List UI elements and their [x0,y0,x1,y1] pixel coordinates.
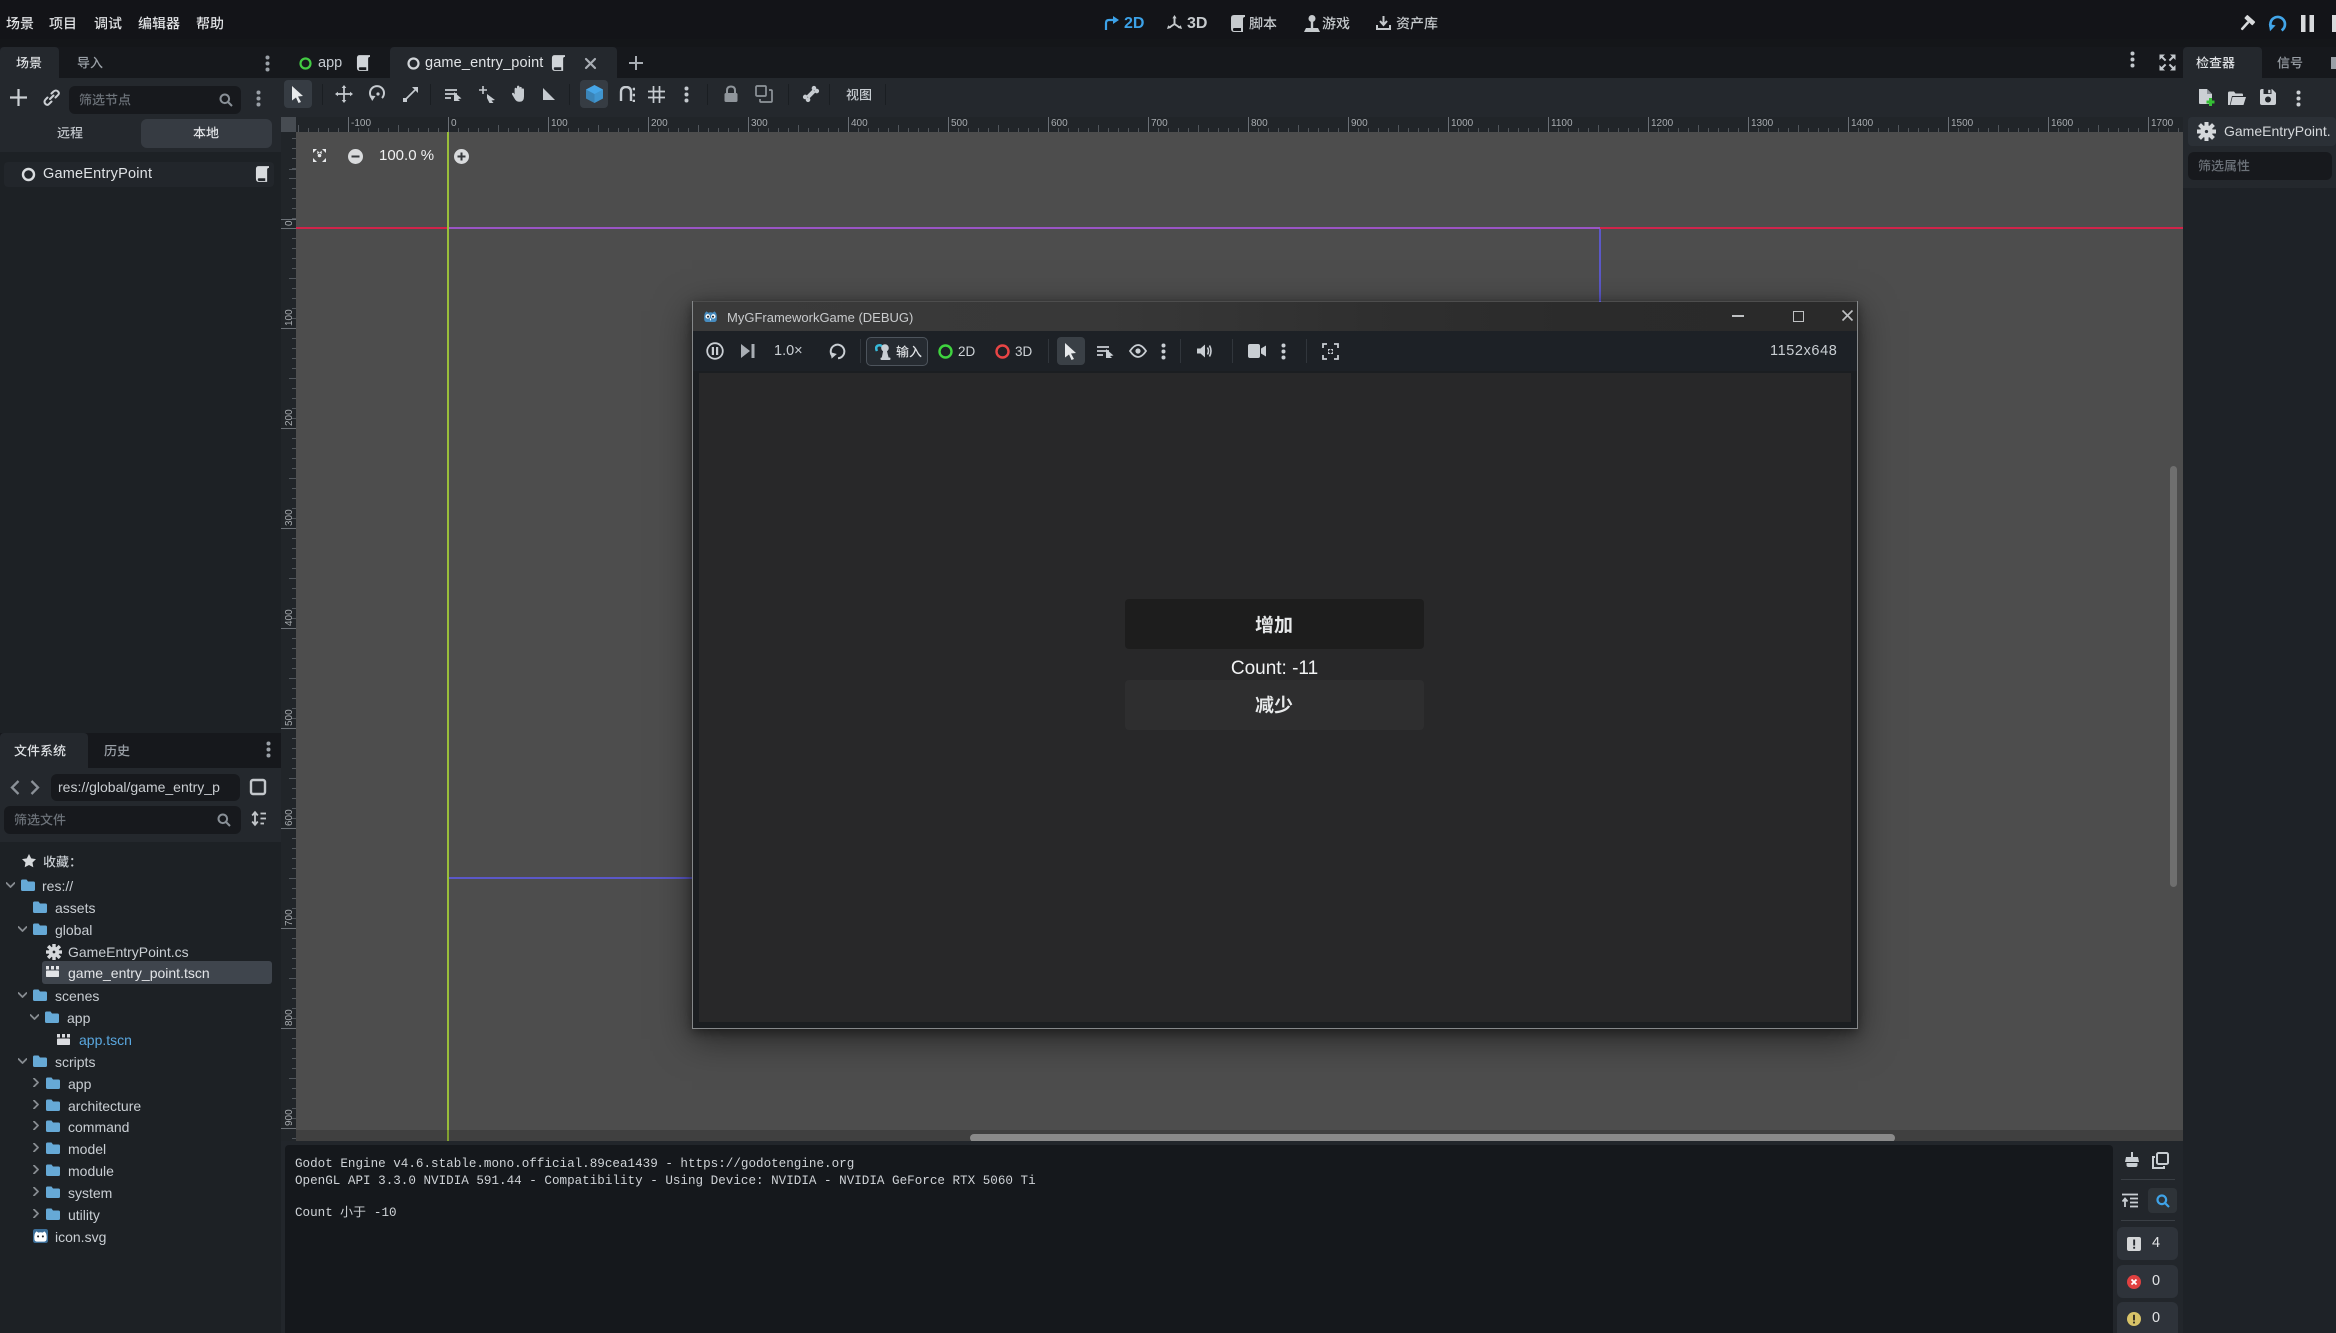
svg-text:800: 800 [284,1009,295,1026]
svg-text:900: 900 [284,1109,295,1126]
svg-text:0: 0 [284,220,295,226]
svg-text:300: 300 [284,509,295,526]
svg-text:500: 500 [284,709,295,726]
svg-text:100: 100 [284,309,295,326]
svg-text:700: 700 [284,909,295,926]
svg-text:600: 600 [284,809,295,826]
svg-text:400: 400 [284,609,295,626]
svg-text:200: 200 [284,409,295,426]
